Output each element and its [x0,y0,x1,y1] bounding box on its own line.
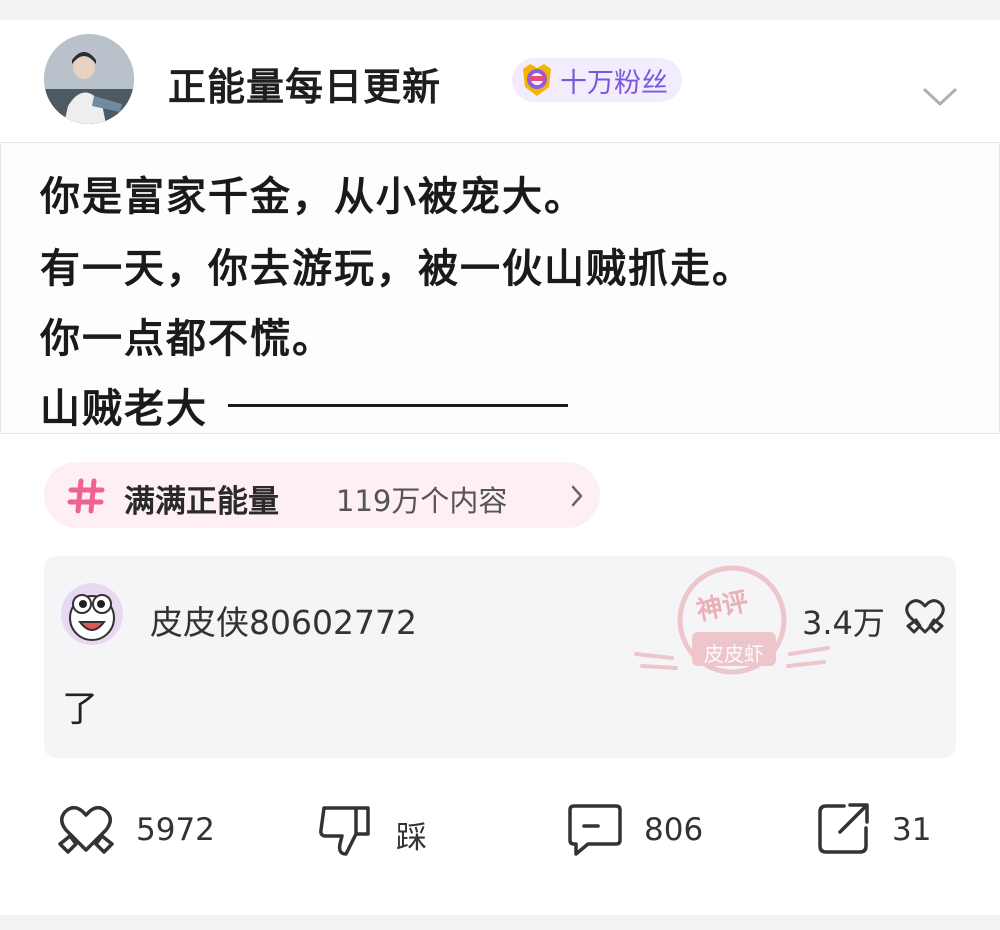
topic-count: 119万个内容 [336,484,508,518]
author-name[interactable]: 正能量每日更新 [168,56,441,111]
fans-badge-label: 十万粉丝 [560,67,668,99]
chevron-down-icon[interactable] [922,86,958,108]
comment-heart-icon[interactable] [904,596,946,636]
like-count: 5972 [136,812,215,848]
share-button[interactable] [816,800,872,856]
post-line-4: 山贼老大 [40,385,208,432]
topic-pill[interactable]: 满满正能量 119万个内容 [44,462,600,528]
topic-name: 满满正能量 [124,484,279,520]
post-line-3: 你一点都不慌。 [40,315,334,362]
hot-comment[interactable]: 皮皮侠80602772 神评 皮皮虾 3.4万 了 [44,556,956,758]
medal-icon [523,64,551,96]
dislike-button[interactable] [316,800,374,858]
comment-text: 了 [62,689,99,730]
like-button[interactable] [56,800,116,860]
post-line-1: 你是富家千金，从小被宠大。 [40,173,586,220]
fans-badge[interactable]: 十万粉丝 [512,58,682,102]
comment-like-count: 3.4万 [802,604,885,642]
commenter-name[interactable]: 皮皮侠80602772 [150,596,417,644]
chevron-right-icon [571,485,583,507]
comment-count: 806 [644,812,704,848]
share-count: 31 [892,812,932,848]
hash-icon [67,478,105,514]
stamp-bottom-text: 皮皮虾 [704,642,764,666]
fill-in-blank-line [228,404,568,407]
author-avatar[interactable] [44,34,134,124]
dislike-label: 踩 [396,820,427,856]
comment-button[interactable] [566,800,624,858]
post-line-2: 有一天，你去游玩，被一伙山贼抓走。 [40,245,754,292]
commenter-avatar[interactable] [60,582,124,646]
